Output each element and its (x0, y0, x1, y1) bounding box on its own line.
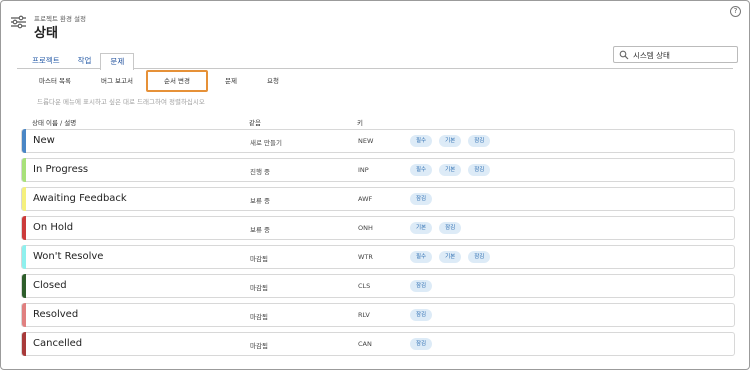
status-row[interactable]: Awaiting Feedback 보류 중 AWF 잠김 (21, 187, 735, 211)
status-key: NEW (358, 137, 374, 145)
status-equals: 진행 중 (250, 168, 271, 176)
status-equals: 보류 중 (250, 197, 271, 205)
subtab-issue[interactable]: 문제 (216, 70, 246, 92)
tab-project[interactable]: 프로젝트 (23, 53, 69, 69)
tab-task[interactable]: 작업 (69, 53, 101, 69)
status-badges: 필수 기본 잠김 (410, 135, 497, 147)
status-row[interactable]: In Progress 진행 중 INP 필수 기본 잠김 (21, 158, 735, 182)
status-equals: 마감됨 (250, 284, 268, 292)
search-icon (619, 50, 629, 60)
status-badge: 잠김 (439, 222, 462, 234)
status-badges: 잠김 (410, 193, 439, 205)
status-row[interactable]: Resolved 마감됨 RLV 잠김 (21, 303, 735, 327)
search-input[interactable]: 시스템 상태 (613, 46, 738, 63)
status-row[interactable]: New 새로 만들기 NEW 필수 기본 잠김 (21, 129, 735, 153)
status-name: Awaiting Feedback (33, 193, 127, 204)
status-key: CAN (358, 340, 372, 348)
status-badge: 기본 (439, 251, 462, 263)
status-badge: 잠김 (468, 135, 491, 147)
status-row[interactable]: Closed 마감됨 CLS 잠김 (21, 274, 735, 298)
status-row[interactable]: On Hold 보류 중 ONH 기본 잠김 (21, 216, 735, 240)
status-badge: 잠김 (410, 309, 433, 321)
status-equals: 마감됨 (250, 313, 268, 321)
status-color-bar (22, 216, 26, 240)
status-equals: 보류 중 (250, 226, 271, 234)
status-color-bar (22, 274, 26, 298)
status-name: In Progress (33, 164, 89, 175)
reorder-hint: 드롭다운 메뉴에 표시하고 싶은 대로 드래그하여 정렬하십시오 (37, 98, 205, 106)
status-badge: 잠김 (468, 164, 491, 176)
status-badges: 잠김 (410, 280, 439, 292)
status-badge: 잠김 (410, 280, 433, 292)
status-row[interactable]: Won't Resolve 마감됨 WTR 필수 기본 잠김 (21, 245, 735, 269)
window-frame: 프로젝트 환경 설정 상태 ? 프로젝트 작업 문제 시스템 상태 마스터 목록… (0, 0, 750, 370)
status-badges: 필수 기본 잠김 (410, 164, 497, 176)
status-key: CLS (358, 282, 371, 290)
status-badge: 잠김 (410, 338, 433, 350)
status-color-bar (22, 332, 26, 356)
status-name: On Hold (33, 222, 74, 233)
status-badge: 잠김 (410, 193, 433, 205)
subtab-request[interactable]: 요청 (258, 70, 288, 92)
column-header-equals: 같음 (249, 119, 261, 127)
status-name: Won't Resolve (33, 251, 104, 262)
status-badges: 잠김 (410, 338, 439, 350)
search-value: 시스템 상태 (633, 51, 670, 60)
tab-issue[interactable]: 문제 (100, 53, 135, 70)
status-key: WTR (358, 253, 373, 261)
subtab-bug-report[interactable]: 버그 보고서 (89, 70, 145, 92)
status-badges: 필수 기본 잠김 (410, 251, 497, 263)
main-tabs: 프로젝트 작업 문제 (23, 53, 135, 70)
status-key: AWF (358, 195, 373, 203)
status-badges: 잠김 (410, 309, 439, 321)
status-equals: 새로 만들기 (250, 139, 282, 147)
status-badge: 기본 (439, 164, 462, 176)
subtab-reorder[interactable]: 순서 변경 (146, 70, 208, 92)
status-name: Closed (33, 280, 67, 291)
status-name: New (33, 135, 55, 146)
status-color-bar (22, 158, 26, 182)
column-header-key: 키 (357, 119, 363, 127)
status-badge: 필수 (410, 251, 433, 263)
status-badge: 잠김 (468, 251, 491, 263)
subtab-master-list[interactable]: 마스터 목록 (29, 70, 81, 92)
status-color-bar (22, 245, 26, 269)
help-icon[interactable]: ? (730, 6, 741, 17)
status-badge: 기본 (439, 135, 462, 147)
status-badge: 기본 (410, 222, 433, 234)
status-row[interactable]: Cancelled 마감됨 CAN 잠김 (21, 332, 735, 356)
status-color-bar (22, 187, 26, 211)
status-color-bar (22, 303, 26, 327)
status-badges: 기본 잠김 (410, 222, 468, 234)
column-header-name: 상태 이름 / 설명 (32, 119, 77, 127)
status-badge: 필수 (410, 135, 433, 147)
status-badge: 필수 (410, 164, 433, 176)
status-equals: 마감됨 (250, 255, 268, 263)
status-key: RLV (358, 311, 370, 319)
status-equals: 마감됨 (250, 342, 268, 350)
status-name: Cancelled (33, 338, 83, 349)
status-name: Resolved (33, 309, 79, 320)
status-key: INP (358, 166, 369, 174)
settings-sliders-icon (11, 15, 26, 29)
status-color-bar (22, 129, 26, 153)
page-title: 상태 (34, 26, 58, 41)
status-key: ONH (358, 224, 373, 232)
